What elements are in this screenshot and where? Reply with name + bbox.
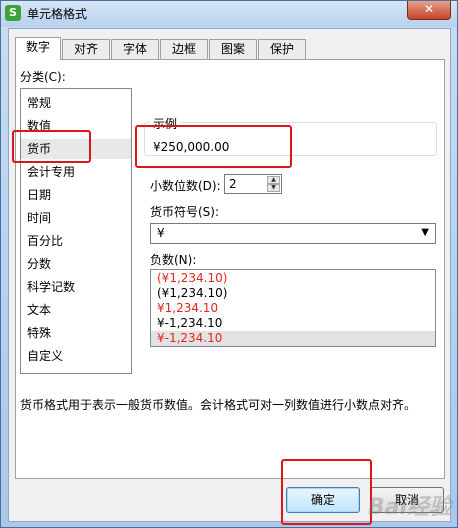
category-item-fraction[interactable]: 分数 [25, 254, 129, 274]
negative-format-item[interactable]: ¥1,234.10 [151, 301, 435, 316]
category-item-custom[interactable]: 自定义 [25, 346, 129, 366]
category-item-accounting[interactable]: 会计专用 [25, 162, 129, 182]
negative-format-item-selected[interactable]: ¥-1,234.10 [151, 331, 435, 346]
ok-button[interactable]: 确定 [286, 487, 360, 513]
decimal-places-label: 小数位数(D): [150, 179, 221, 193]
category-listbox[interactable]: 常规 数值 货币 会计专用 日期 时间 百分比 分数 科学记数 文本 特殊 自定… [20, 88, 132, 374]
category-item-scientific[interactable]: 科学记数 [25, 277, 129, 297]
decimal-places-spinner[interactable]: 2 ▲ ▼ [224, 174, 282, 194]
category-item-date[interactable]: 日期 [25, 185, 129, 205]
category-item-currency[interactable]: 货币 [21, 139, 131, 159]
negative-format-item[interactable]: ¥-1,234.10 [151, 316, 435, 331]
tab-pattern[interactable]: 图案 [209, 39, 257, 59]
currency-symbol-label: 货币符号(S): [150, 205, 220, 219]
close-button[interactable]: ✕ [407, 1, 451, 20]
number-tab-panel: 分类(C): 常规 数值 货币 会计专用 日期 时间 百分比 分数 科学记数 文… [15, 59, 445, 479]
spin-down-arrow-icon[interactable]: ▼ [267, 184, 280, 192]
window-title: 单元格格式 [27, 7, 88, 21]
dropdown-arrow-icon[interactable]: ▼ [421, 227, 429, 238]
category-item-text[interactable]: 文本 [25, 300, 129, 320]
tab-number[interactable]: 数字 [15, 37, 61, 60]
tab-protection[interactable]: 保护 [258, 39, 306, 59]
tab-alignment[interactable]: 对齐 [62, 39, 110, 59]
currency-symbol-value: ¥ [157, 226, 165, 240]
tab-border[interactable]: 边框 [160, 39, 208, 59]
format-description: 货币格式用于表示一般货币数值。会计格式可对一列数值进行小数点对齐。 [20, 398, 417, 412]
wps-app-icon: S [5, 5, 21, 21]
category-item-general[interactable]: 常规 [25, 93, 129, 113]
category-item-time[interactable]: 时间 [25, 208, 129, 228]
format-cells-dialog: S 单元格格式 ✕ 数字 对齐 字体 边框 图案 保护 分类(C): 常规 数值… [0, 0, 458, 528]
negative-format-item[interactable]: (¥1,234.10) [151, 286, 435, 301]
sample-label: 示例 [150, 115, 181, 132]
tab-font[interactable]: 字体 [111, 39, 159, 59]
category-item-percentage[interactable]: 百分比 [25, 231, 129, 251]
category-item-number[interactable]: 数值 [25, 116, 129, 136]
dialog-body: 数字 对齐 字体 边框 图案 保护 分类(C): 常规 数值 货币 会计专用 日… [8, 28, 451, 522]
category-item-special[interactable]: 特殊 [25, 323, 129, 343]
currency-symbol-dropdown[interactable]: ¥ ▼ [150, 223, 436, 244]
negative-numbers-listbox[interactable]: (¥1,234.10) (¥1,234.10) ¥1,234.10 ¥-1,23… [150, 269, 436, 347]
category-label: 分类(C): [20, 70, 66, 84]
sample-value: ¥250,000.00 [153, 140, 230, 154]
negative-format-item[interactable]: (¥1,234.10) [151, 271, 435, 286]
title-bar[interactable]: S 单元格格式 ✕ [1, 1, 457, 27]
negative-numbers-label: 负数(N): [150, 253, 197, 267]
cancel-button[interactable]: 取消 [370, 487, 444, 513]
spin-up-arrow-icon[interactable]: ▲ [267, 176, 280, 184]
decimal-places-value[interactable]: 2 [229, 177, 237, 191]
spinner-buttons: ▲ ▼ [267, 176, 280, 192]
